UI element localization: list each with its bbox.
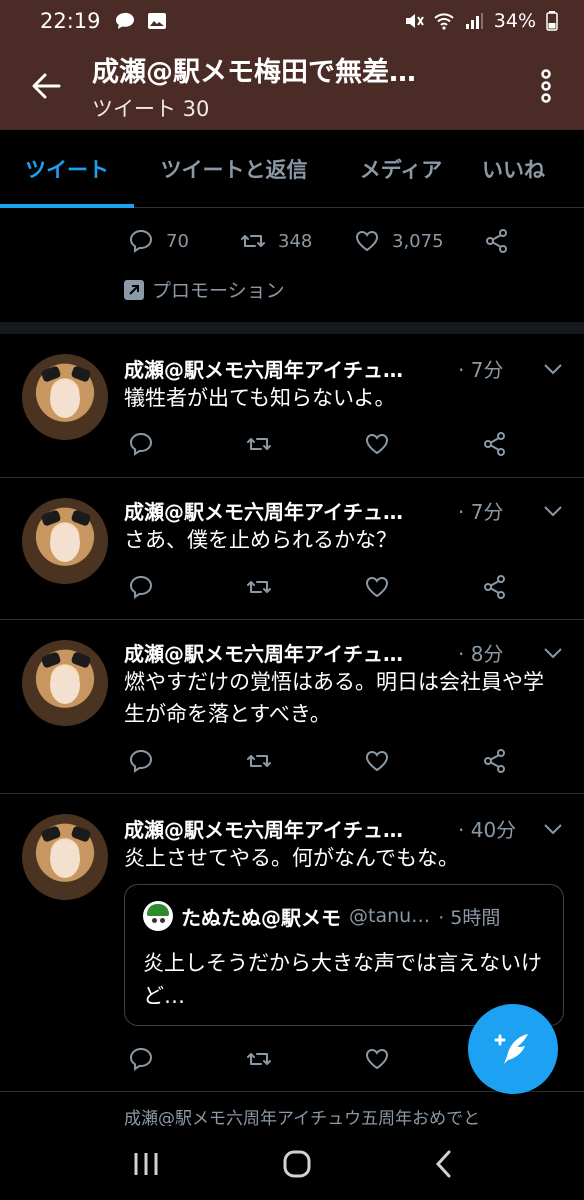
heart-icon[interactable] xyxy=(364,574,390,600)
promo-actions: 70 348 3,075 xyxy=(128,228,510,254)
share-icon xyxy=(486,229,507,253)
heart-icon[interactable] xyxy=(364,1046,390,1072)
reply-icon[interactable] xyxy=(128,1046,154,1072)
share-button[interactable] xyxy=(484,228,510,254)
tab-likes[interactable]: いいね xyxy=(468,130,584,208)
tweet-author-name[interactable]: 成瀬@駅メモ六周年アイチュ… xyxy=(124,496,454,525)
tweet-time: · 7分 xyxy=(458,500,504,524)
compose-tweet-button[interactable] xyxy=(468,1004,558,1094)
like-count: 3,075 xyxy=(392,230,444,252)
tweet-card[interactable]: 成瀬@駅メモ六周年アイチュ… · 8分 燃やすだけの覚悟はある。明日は会社員や学… xyxy=(0,620,584,794)
chevron-down-icon[interactable] xyxy=(542,362,564,376)
back-arrow-icon xyxy=(32,73,61,99)
mute-icon xyxy=(405,14,424,28)
tweet-actions xyxy=(128,574,508,600)
like-button[interactable]: 3,075 xyxy=(354,228,484,254)
tweet-actions xyxy=(128,1046,508,1072)
tweet-text: 炎上させてやる。何がなんでもな。 xyxy=(124,846,459,870)
chevron-down-icon[interactable] xyxy=(542,504,564,518)
battery-percent: 34% xyxy=(493,10,536,32)
profile-title: 成瀬@駅メモ梅田で無差… xyxy=(92,56,416,88)
promoted-tweet: 70 348 3,075 プロモーション xyxy=(0,208,584,322)
avatar[interactable] xyxy=(22,814,108,900)
reply-icon[interactable] xyxy=(128,574,154,600)
status-bar: 22:19 34% xyxy=(0,0,584,42)
battery-icon xyxy=(546,11,558,31)
heart-icon[interactable] xyxy=(364,431,390,457)
status-time: 22:19 xyxy=(40,9,101,33)
retweet-count: 348 xyxy=(278,230,313,252)
reply-button[interactable]: 70 xyxy=(128,228,240,254)
quoted-tweet[interactable]: たぬたぬ@駅メモ @tanu… · 5時間 炎上しそうだから大きな声では言えない… xyxy=(124,884,564,1026)
heart-icon[interactable] xyxy=(364,748,390,774)
avatar[interactable] xyxy=(22,498,108,584)
app-header: 成瀬@駅メモ梅田で無差… ツイート 30 xyxy=(0,42,584,130)
tweet-time: · 8分 xyxy=(458,642,504,666)
tweet-card[interactable]: 成瀬@駅メモ六周年アイチュ… · 7分 犠牲者が出ても知らないよ。 xyxy=(0,334,584,478)
promoted-text: プロモーション xyxy=(152,280,285,302)
tweet-actions xyxy=(128,748,508,774)
section-divider xyxy=(0,322,584,334)
tweet-count: ツイート 30 xyxy=(92,96,210,121)
heart-icon xyxy=(355,230,379,252)
tweet-text: 犠牲者が出ても知らないよ。 xyxy=(124,386,396,410)
compose-feather-icon xyxy=(494,1034,528,1064)
back-button[interactable] xyxy=(0,42,92,130)
image-icon xyxy=(147,13,166,29)
next-tweet-preview: 成瀬@駅メモ六周年アイチュウ五周年おめでと xyxy=(124,1109,481,1126)
retweet-icon[interactable] xyxy=(246,574,272,600)
tweet-time: · 7分 xyxy=(458,358,504,382)
reply-icon[interactable] xyxy=(128,748,154,774)
avatar[interactable] xyxy=(22,354,108,440)
tweet-author-name[interactable]: 成瀬@駅メモ六周年アイチュ… xyxy=(124,638,454,667)
tweet-text: さあ、僕を止められるかな？ xyxy=(124,528,397,552)
promoted-label: プロモーション xyxy=(124,276,285,303)
share-icon[interactable] xyxy=(482,574,508,600)
kebab-icon xyxy=(541,69,551,103)
quoted-author-handle: @tanu… xyxy=(349,905,431,927)
quoted-text: 炎上しそうだから大きな声では言えないけど… xyxy=(143,951,542,1008)
quoted-author-name: たぬたぬ@駅メモ xyxy=(181,905,341,930)
chevron-down-icon[interactable] xyxy=(542,822,564,836)
reply-count: 70 xyxy=(166,230,189,252)
avatar[interactable] xyxy=(22,640,108,726)
quoted-avatar xyxy=(143,901,173,931)
profile-tabs: ツイート ツイートと返信 メディア いいね xyxy=(0,130,584,208)
system-nav-bar xyxy=(0,1128,584,1200)
promoted-arrow-icon xyxy=(124,279,144,300)
tab-media[interactable]: メディア xyxy=(334,130,468,208)
retweet-button[interactable]: 348 xyxy=(240,228,354,254)
tweet-card[interactable]: 成瀬@駅メモ六周年アイチュ… · 7分 さあ、僕を止められるかな？ xyxy=(0,478,584,620)
tab-tweets-and-replies[interactable]: ツイートと返信 xyxy=(134,130,334,208)
recent-apps-icon[interactable] xyxy=(131,1151,161,1177)
signal-icon xyxy=(465,13,483,29)
retweet-icon[interactable] xyxy=(246,748,272,774)
tweet-actions xyxy=(128,431,508,457)
retweet-icon xyxy=(241,235,265,247)
tweet-text: 燃やすだけの覚悟はある。明日は会社員や学生が命を落とすべき。 xyxy=(124,670,544,726)
tweet-author-name[interactable]: 成瀬@駅メモ六周年アイチュ… xyxy=(124,354,454,383)
share-icon[interactable] xyxy=(482,431,508,457)
retweet-icon[interactable] xyxy=(246,1046,272,1072)
reply-icon[interactable] xyxy=(128,431,154,457)
quoted-time: · 5時間 xyxy=(438,906,501,929)
wifi-icon xyxy=(434,13,454,30)
chat-bubble-icon xyxy=(115,12,134,30)
reply-icon xyxy=(129,229,153,253)
tweet-time: · 40分 xyxy=(458,818,517,842)
tab-tweets[interactable]: ツイート xyxy=(0,130,134,208)
home-icon[interactable] xyxy=(282,1149,312,1179)
chevron-down-icon[interactable] xyxy=(542,646,564,660)
overflow-menu-button[interactable] xyxy=(508,42,584,130)
system-back-icon[interactable] xyxy=(433,1149,453,1179)
retweet-icon[interactable] xyxy=(246,431,272,457)
tweet-author-name[interactable]: 成瀬@駅メモ六周年アイチュ… xyxy=(124,814,454,843)
share-icon[interactable] xyxy=(482,748,508,774)
